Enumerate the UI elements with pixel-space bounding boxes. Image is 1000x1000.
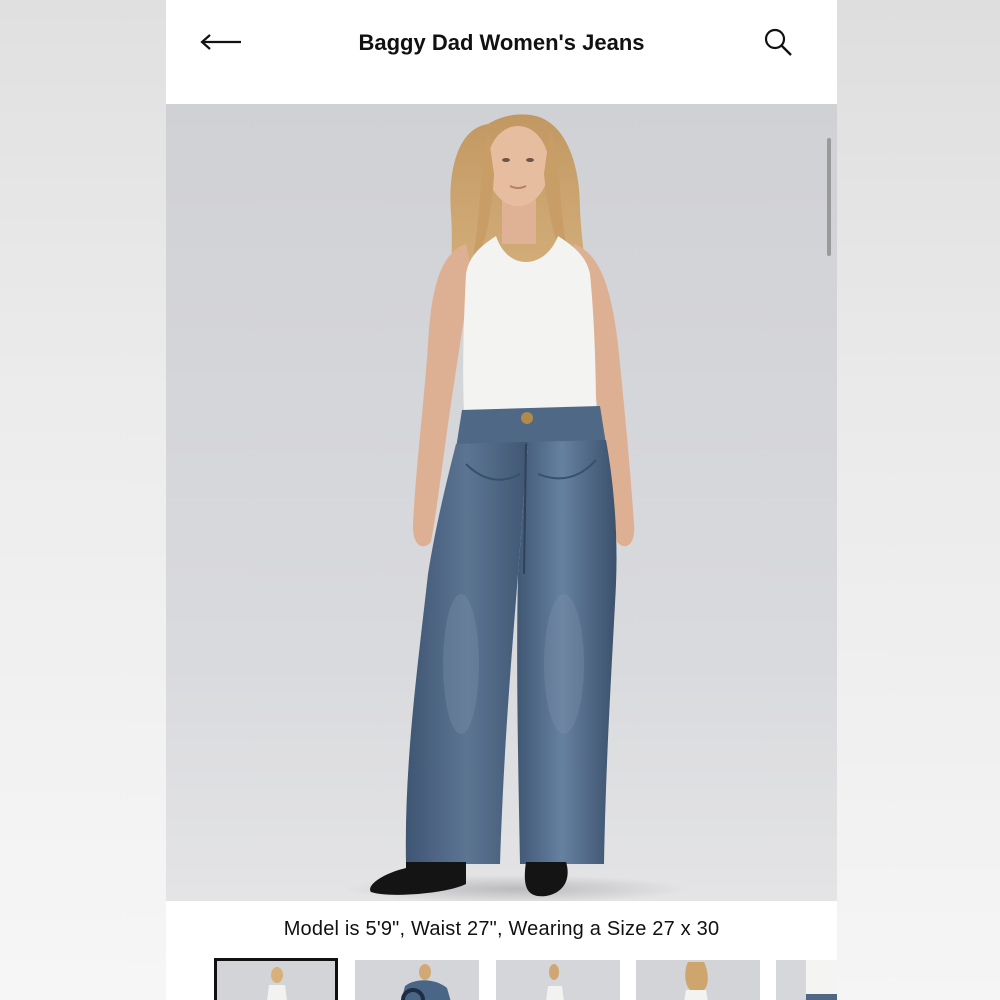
model-illustration xyxy=(166,104,837,901)
thumbnail-3[interactable] xyxy=(496,960,620,1000)
arrow-left-icon xyxy=(199,33,243,56)
page-title: Baggy Dad Women's Jeans xyxy=(358,30,645,55)
search-icon xyxy=(762,26,794,63)
thumbnail-2[interactable] xyxy=(355,960,479,1000)
search-button[interactable] xyxy=(758,24,798,64)
back-button[interactable] xyxy=(196,28,246,60)
product-screen: Baggy Dad Women's Jeans Model is 5'9", W… xyxy=(166,0,837,1000)
product-image[interactable] xyxy=(166,104,837,901)
scrollbar[interactable] xyxy=(827,138,831,256)
thumbnail-4[interactable] xyxy=(636,960,760,1000)
thumbnail-strip xyxy=(214,958,837,1000)
thumbnail-5[interactable] xyxy=(776,960,837,1000)
background-right xyxy=(837,0,1000,1000)
top-bar: Baggy Dad Women's Jeans xyxy=(166,0,837,104)
background-left xyxy=(0,0,166,1000)
model-size-caption: Model is 5'9", Waist 27", Wearing a Size… xyxy=(283,918,720,940)
thumbnail-1[interactable] xyxy=(214,958,338,1000)
